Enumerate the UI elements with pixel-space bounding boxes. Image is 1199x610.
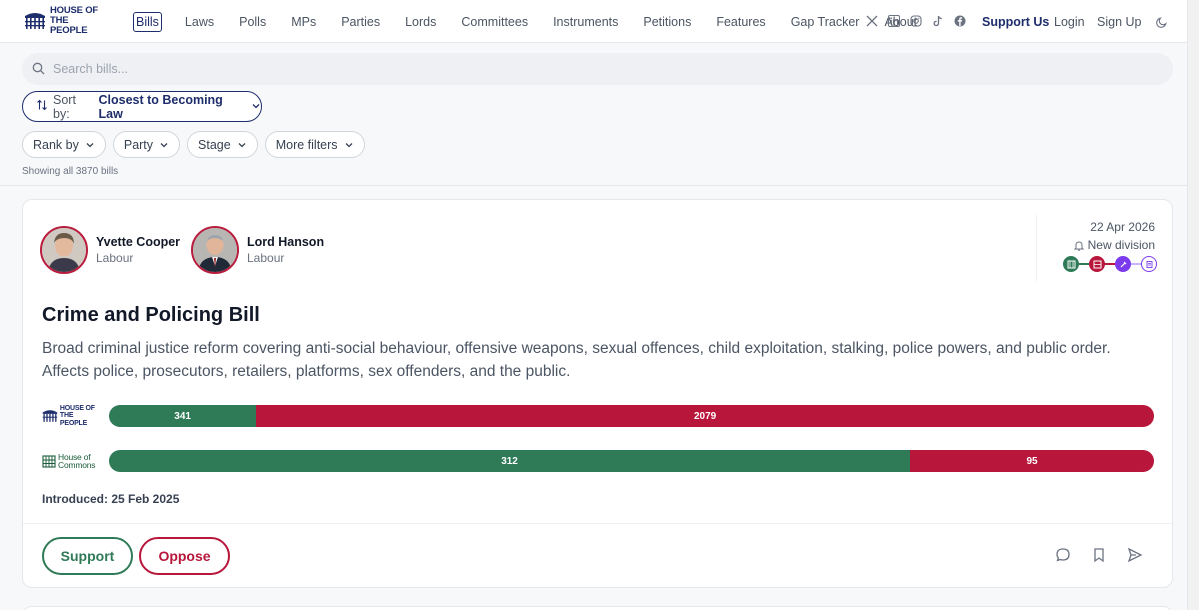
sponsor-party: Labour [247, 251, 285, 265]
oppose-button[interactable]: Oppose [139, 537, 230, 575]
search-bar [22, 53, 1173, 85]
moon-icon[interactable] [1156, 15, 1168, 33]
login-link[interactable]: Login [1054, 15, 1085, 29]
filter-rank-by[interactable]: Rank by [22, 131, 106, 158]
nav-polls[interactable]: Polls [239, 15, 266, 29]
bill-meta: 22 Apr 2026 New division [1036, 215, 1173, 281]
filter-label: Party [123, 137, 154, 152]
oppose-segment: 2079 [256, 405, 1154, 427]
site-logo[interactable]: HOUSE OF THE PEOPLE [24, 5, 106, 36]
introduced-date: Introduced: 25 Feb 2025 [42, 492, 180, 506]
sponsor[interactable]: Lord Hanson Labour [191, 226, 324, 274]
support-segment: 312 [109, 450, 911, 472]
nav-parties[interactable]: Parties [341, 15, 380, 29]
nav-instruments[interactable]: Instruments [553, 15, 618, 29]
portcullis-icon [42, 455, 56, 468]
sort-prefix: Sort by: [53, 92, 76, 121]
bill-title[interactable]: Crime and Policing Bill [42, 304, 260, 327]
sponsor-name: Yvette Cooper [96, 235, 181, 249]
social-links [866, 14, 966, 27]
chevron-down-icon [86, 142, 94, 147]
portcullis-logo-icon [25, 13, 45, 29]
bill-date: 22 Apr 2026 [1090, 220, 1155, 234]
royal-assent-icon [1115, 256, 1131, 272]
tiktok-icon[interactable] [932, 14, 944, 27]
sort-arrows-icon [36, 99, 48, 114]
top-nav: HOUSE OF THE PEOPLE Bills Laws Polls MPs… [0, 0, 1187, 43]
support-button[interactable]: Support [42, 537, 133, 575]
chevron-down-icon [238, 142, 246, 147]
sponsor-name: Lord Hanson [247, 235, 325, 249]
bill-card[interactable] [22, 606, 1173, 610]
signup-link[interactable]: Sign Up [1097, 15, 1141, 29]
divider [0, 185, 1187, 186]
commons-logo: House of Commons [42, 451, 102, 471]
avatar [40, 226, 88, 274]
chevron-down-icon [160, 142, 168, 147]
results-count: Showing all 3870 bills [22, 166, 119, 177]
linkedin-icon[interactable] [888, 14, 900, 27]
instagram-icon[interactable] [910, 14, 922, 27]
page-scrollbar[interactable] [1187, 0, 1199, 610]
division-status-label: New division [1087, 238, 1155, 252]
nav-features[interactable]: Features [716, 15, 765, 29]
nav-mps[interactable]: MPs [291, 15, 316, 29]
chevron-down-icon [345, 142, 353, 147]
lords-icon [1089, 256, 1105, 272]
nav-links: Bills Laws Polls MPs Parties Lords Commi… [133, 0, 927, 43]
stage-progress [1063, 256, 1157, 272]
bell-icon [1073, 240, 1084, 251]
vote-row-commons: House of Commons 312 95 [42, 450, 1155, 472]
avatar [191, 226, 239, 274]
chevron-down-icon [251, 100, 261, 114]
support-segment: 341 [109, 405, 257, 427]
comment-icon[interactable] [1055, 547, 1071, 563]
sponsor-party: Labour [96, 251, 134, 265]
sort-value: Closest to Becoming Law [98, 92, 223, 121]
filter-bar: Rank by Party Stage More filters [22, 131, 365, 158]
filter-more[interactable]: More filters [264, 131, 365, 158]
oppose-segment: 95 [910, 450, 1154, 472]
commons-icon [1063, 256, 1079, 272]
logo-text: HOUSE OF THE PEOPLE [50, 5, 99, 36]
nav-lords[interactable]: Lords [405, 15, 436, 29]
sort-button[interactable]: Sort by: Closest to Becoming Law [22, 91, 262, 122]
nav-bills[interactable]: Bills [133, 11, 162, 32]
nav-laws[interactable]: Laws [185, 15, 214, 29]
people-logo: HOUSE OF THE PEOPLE [42, 405, 102, 427]
vote-bar: 341 2079 [109, 405, 1154, 427]
bookmark-icon[interactable] [1091, 547, 1107, 563]
filter-stage[interactable]: Stage [187, 131, 258, 158]
support-us-link[interactable]: Support Us [982, 15, 1049, 29]
bill-description: Broad criminal justice reform covering a… [42, 340, 1111, 380]
vote-row-people: HOUSE OF THE PEOPLE 341 2079 [42, 405, 1155, 427]
search-input[interactable] [53, 53, 1153, 85]
nav-petitions[interactable]: Petitions [643, 15, 691, 29]
x-icon[interactable] [866, 14, 878, 27]
vote-bar: 312 95 [109, 450, 1154, 472]
card-actions [1055, 547, 1143, 563]
filter-party[interactable]: Party [112, 131, 181, 158]
facebook-icon[interactable] [954, 14, 966, 27]
divider [23, 523, 1172, 524]
filter-label: Rank by [33, 137, 79, 152]
share-icon[interactable] [1127, 547, 1143, 563]
act-icon [1141, 256, 1157, 272]
division-status: New division [1073, 238, 1155, 252]
nav-gap-tracker[interactable]: Gap Tracker [791, 15, 860, 29]
sponsor[interactable]: Yvette Cooper Labour [40, 226, 180, 274]
nav-committees[interactable]: Committees [461, 15, 528, 29]
filter-label: More filters [275, 137, 338, 152]
search-icon [32, 62, 45, 80]
filter-label: Stage [198, 137, 231, 152]
portcullis-icon [42, 410, 58, 422]
bill-card[interactable]: Yvette Cooper Labour Lord Hanson Labour … [22, 199, 1173, 588]
